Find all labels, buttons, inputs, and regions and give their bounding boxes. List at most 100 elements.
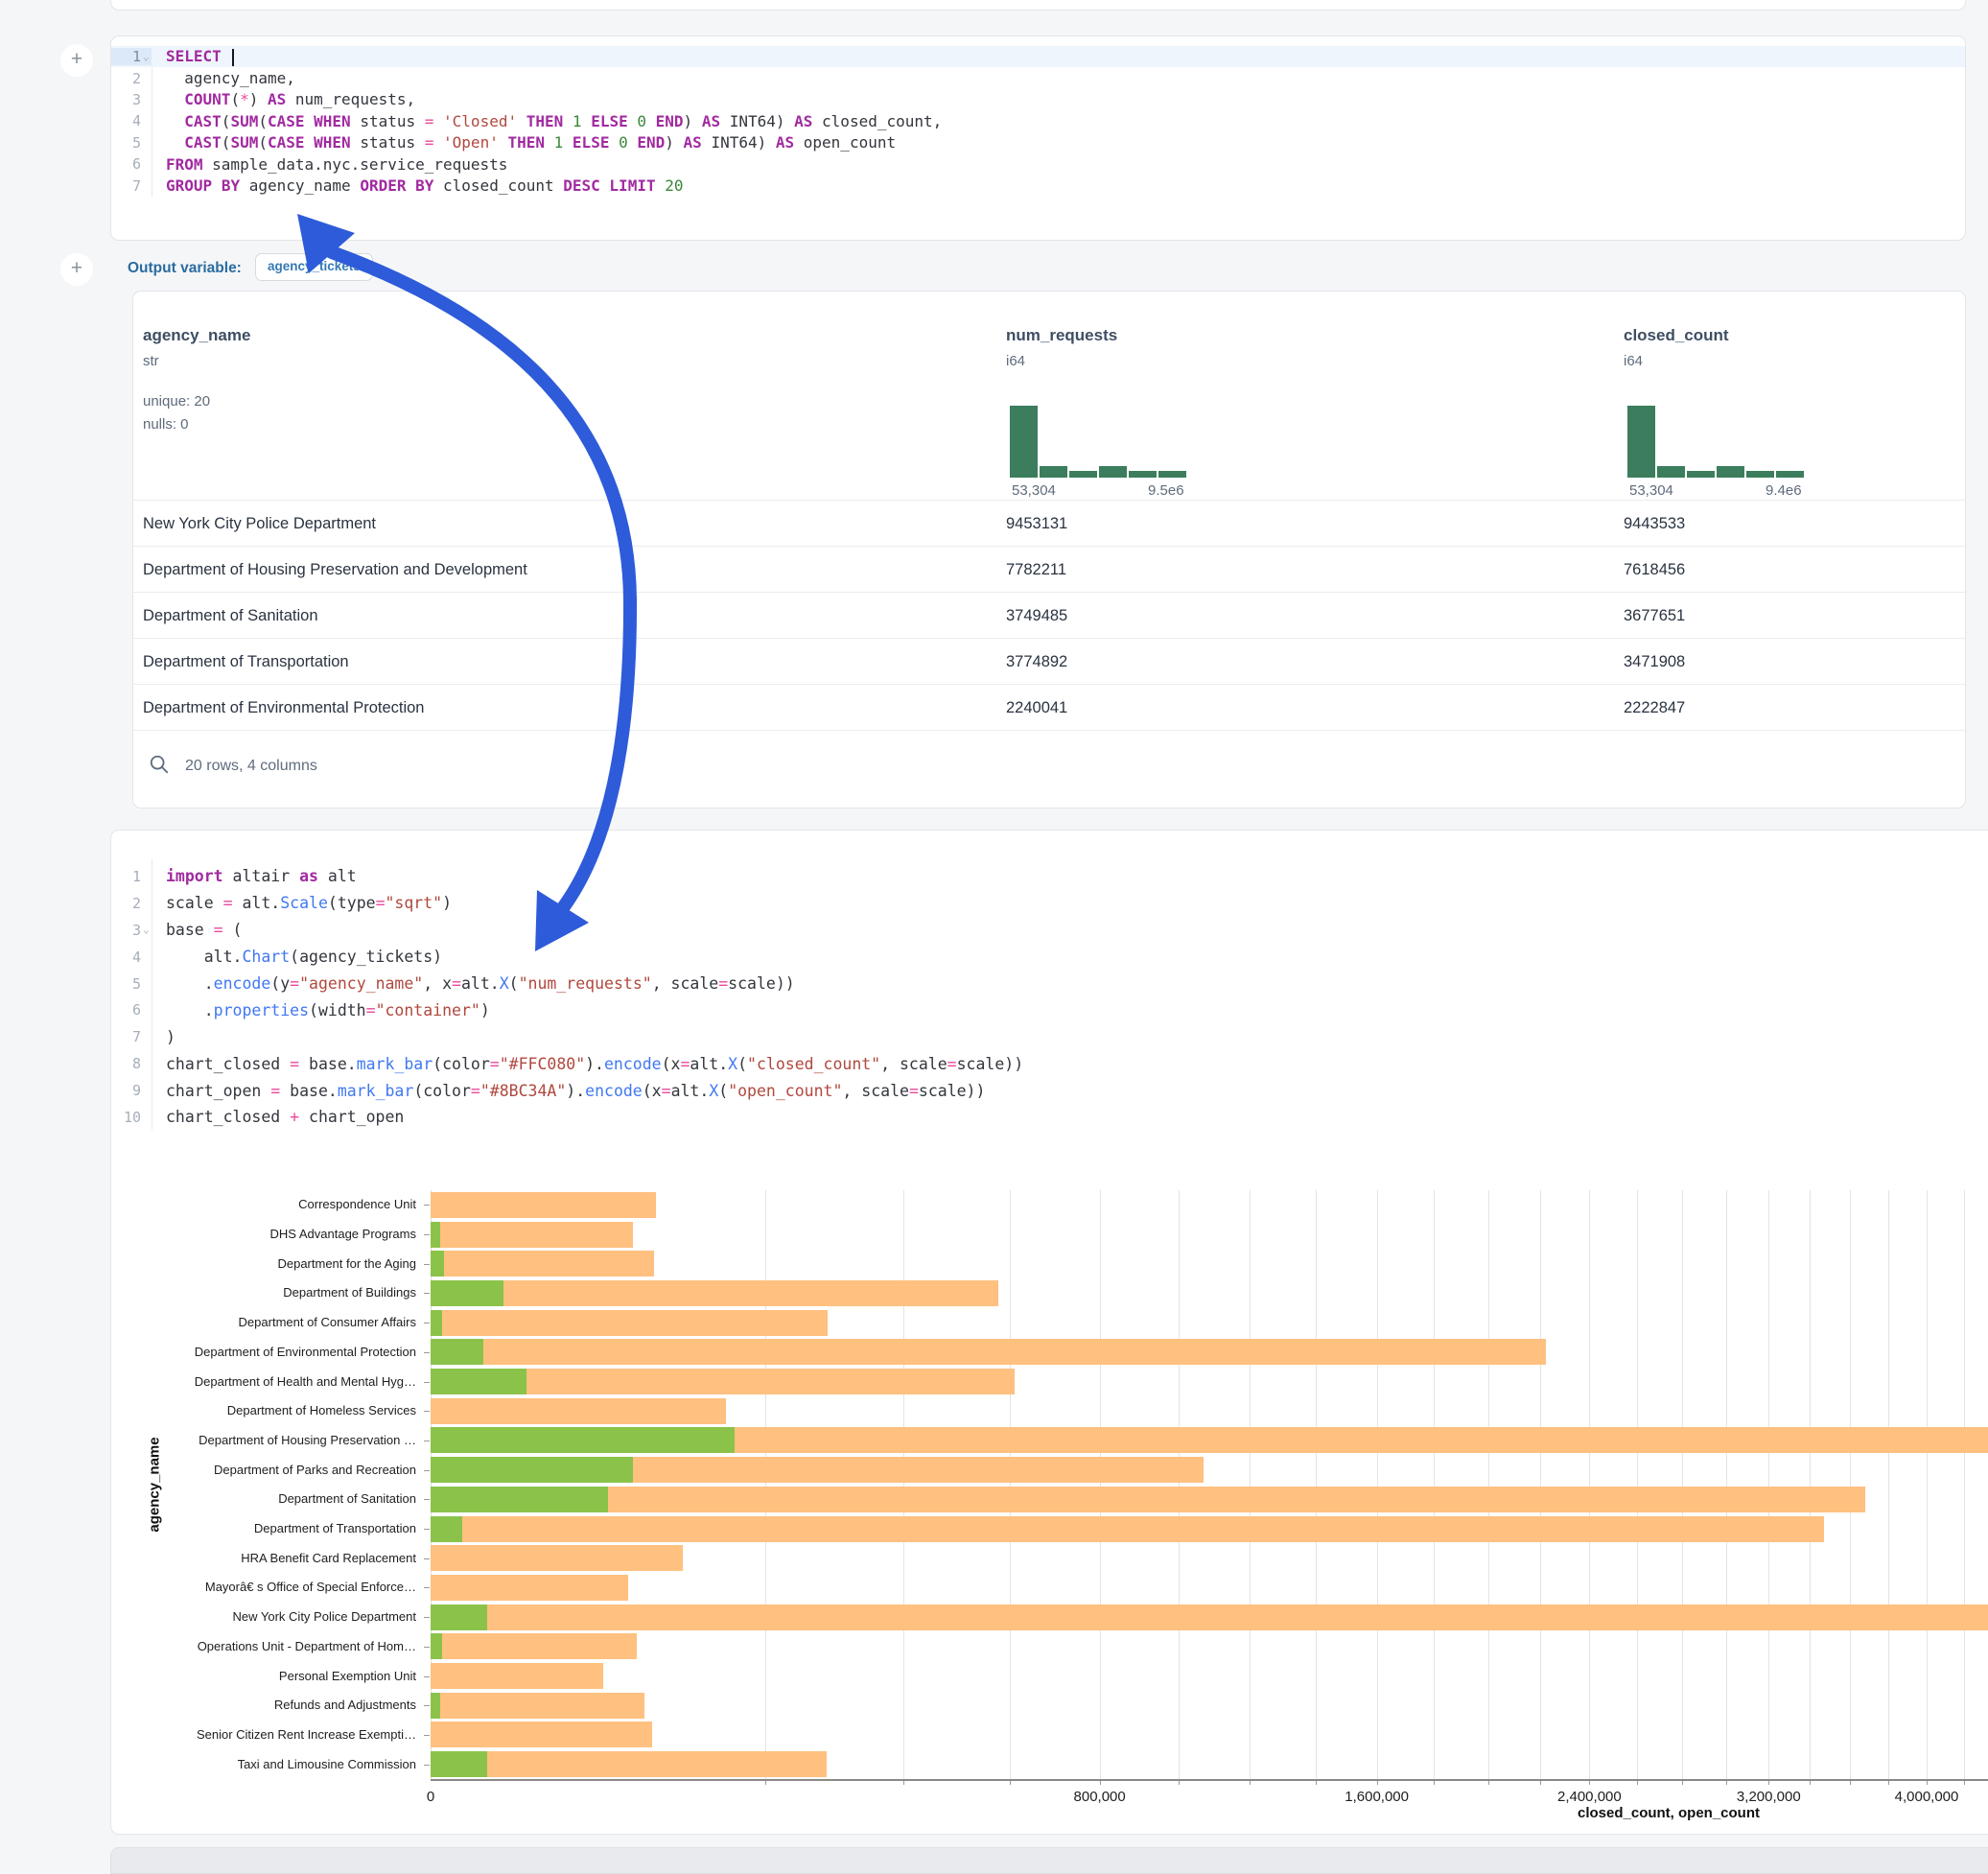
table-cell: Department of Environmental Protection — [143, 685, 424, 731]
histogram-bar — [1776, 471, 1804, 479]
histogram-min-label: 53,304 — [1012, 482, 1056, 499]
bar-closed_count — [431, 1545, 683, 1571]
code-line[interactable]: 5 CAST(SUM(CASE WHEN status = 'Open' THE… — [111, 132, 1965, 153]
bar-closed_count — [431, 1251, 654, 1277]
gridline — [903, 1190, 904, 1779]
histogram-bar — [1627, 406, 1655, 478]
y-tick — [424, 1264, 430, 1265]
result-table-panel: agency_namestrunique: 20nulls: 0 num_requ… — [132, 291, 1966, 808]
table-cell: Department of Transportation — [143, 639, 349, 685]
histogram-bar — [1129, 471, 1157, 479]
code-text: CAST(SUM(CASE WHEN status = 'Open' THEN … — [152, 133, 896, 152]
y-axis-label: Department of Transportation — [114, 1521, 416, 1535]
y-tick — [424, 1765, 430, 1766]
bar-closed_count — [431, 1663, 603, 1689]
bar-closed_count — [431, 1280, 998, 1306]
x-axis-line — [431, 1779, 1988, 1781]
y-axis-label: Personal Exemption Unit — [114, 1669, 416, 1683]
gridline — [1316, 1190, 1317, 1779]
bar-open_count — [431, 1693, 440, 1719]
y-tick — [424, 1529, 430, 1530]
gridline — [1179, 1190, 1180, 1779]
column-stat: unique: 20 — [143, 393, 210, 410]
table-cell: 2222847 — [1624, 685, 1685, 731]
bar-closed_count — [431, 1310, 828, 1336]
gridline — [1488, 1190, 1489, 1779]
sql-cell[interactable]: 1⌄SELECT 2 agency_name,3 COUNT(*) AS num… — [110, 35, 1966, 241]
gridline — [1589, 1190, 1590, 1779]
y-tick — [424, 1499, 430, 1500]
table-row[interactable]: Department of Sanitation37494853677651 — [133, 592, 1965, 639]
code-line[interactable]: 4 CAST(SUM(CASE WHEN status = 'Closed' T… — [111, 110, 1965, 131]
code-text: CAST(SUM(CASE WHEN status = 'Closed' THE… — [152, 112, 942, 130]
gridline — [1250, 1190, 1251, 1779]
column-name: num_requests — [1006, 326, 1117, 345]
column-type: i64 — [1624, 353, 1643, 369]
python-cell[interactable]: 1import altair as alt2scale = alt.Scale(… — [110, 830, 1988, 1835]
output-variable-chip[interactable]: agency_tickets — [255, 253, 373, 281]
y-tick — [424, 1470, 430, 1471]
column-name: agency_name — [143, 326, 250, 345]
column-histogram — [1010, 406, 1188, 478]
y-tick — [424, 1382, 430, 1383]
histogram-bar — [1010, 406, 1038, 478]
column-histogram — [1627, 406, 1806, 478]
table-row[interactable]: Department of Environmental Protection 22… — [133, 684, 1965, 731]
histogram-min-label: 53,304 — [1629, 482, 1673, 499]
previous-cell-edge — [110, 0, 1966, 11]
y-tick — [424, 1293, 430, 1294]
bar-closed_count — [431, 1339, 1546, 1365]
y-tick — [424, 1705, 430, 1706]
table-cell: 3471908 — [1624, 639, 1685, 685]
y-tick — [424, 1234, 430, 1235]
table-cell: 3749485 — [1006, 593, 1067, 639]
y-axis-title: agency_name — [147, 1437, 163, 1532]
bar-open_count — [431, 1280, 503, 1306]
code-line[interactable]: 6FROM sample_data.nyc.service_requests — [111, 153, 1965, 175]
x-axis-label: 800,000 — [1074, 1789, 1126, 1805]
y-axis-label: Department of Sanitation — [114, 1491, 416, 1506]
plus-icon: + — [71, 257, 82, 279]
histogram-bar — [1657, 466, 1685, 478]
column-header-num_requests[interactable]: num_requestsi6453,3049.5e6 — [1006, 292, 1620, 500]
gridline — [1010, 1190, 1011, 1779]
sql-code-editor[interactable]: 1⌄SELECT 2 agency_name,3 COUNT(*) AS num… — [111, 46, 1965, 197]
column-header-closed_count[interactable]: closed_counti6453,3049.4e6 — [1624, 292, 1988, 500]
x-axis-label: 3,200,000 — [1737, 1789, 1801, 1805]
text-cursor — [232, 49, 234, 66]
code-line[interactable]: 3 COUNT(*) AS num_requests, — [111, 89, 1965, 110]
code-line[interactable]: 1⌄SELECT — [111, 46, 1965, 67]
gridline — [1434, 1190, 1435, 1779]
table-row[interactable]: Department of Transportation 3774892 34719… — [133, 638, 1965, 685]
table-row[interactable]: Department of Housing Preservation and D… — [133, 546, 1965, 593]
bar-open_count — [431, 1605, 487, 1630]
y-axis-label: Department of Consumer Affairs — [114, 1315, 416, 1329]
bar-closed_count — [431, 1693, 644, 1719]
add-cell-button[interactable]: + — [60, 44, 93, 77]
code-line[interactable]: 7GROUP BY agency_name ORDER BY closed_co… — [111, 175, 1965, 196]
histogram-max-label: 9.4e6 — [1766, 482, 1802, 499]
histogram-max-label: 9.5e6 — [1148, 482, 1184, 499]
table-row[interactable]: New York City Police Department945313194… — [133, 500, 1965, 547]
bar-closed_count — [431, 1516, 1824, 1542]
gridline — [1377, 1190, 1378, 1779]
bar-closed_count — [431, 1487, 1865, 1512]
y-axis-label: Taxi and Limousine Commission — [114, 1757, 416, 1771]
table-footer: 20 rows, 4 columns — [133, 730, 1965, 809]
code-line[interactable]: 2 agency_name, — [111, 67, 1965, 88]
gridline — [1810, 1190, 1811, 1779]
table-cell: 3774892 — [1006, 639, 1067, 685]
gridline — [1100, 1190, 1101, 1779]
bar-closed_count — [431, 1222, 633, 1248]
gridline — [1927, 1190, 1928, 1779]
fold-toggle-icon[interactable]: ⌄ — [143, 51, 150, 61]
search-icon[interactable] — [149, 754, 170, 780]
bar-open_count — [431, 1633, 442, 1659]
add-cell-button[interactable]: + — [60, 253, 93, 286]
y-tick — [424, 1323, 430, 1324]
histogram-bar — [1746, 471, 1774, 479]
bar-open_count — [431, 1457, 633, 1483]
y-axis-label: Department of Parks and Recreation — [114, 1463, 416, 1477]
table-cell: Department of Housing Preservation and D… — [143, 547, 527, 593]
column-header-agency_name[interactable]: agency_namestrunique: 20nulls: 0 — [143, 292, 757, 500]
